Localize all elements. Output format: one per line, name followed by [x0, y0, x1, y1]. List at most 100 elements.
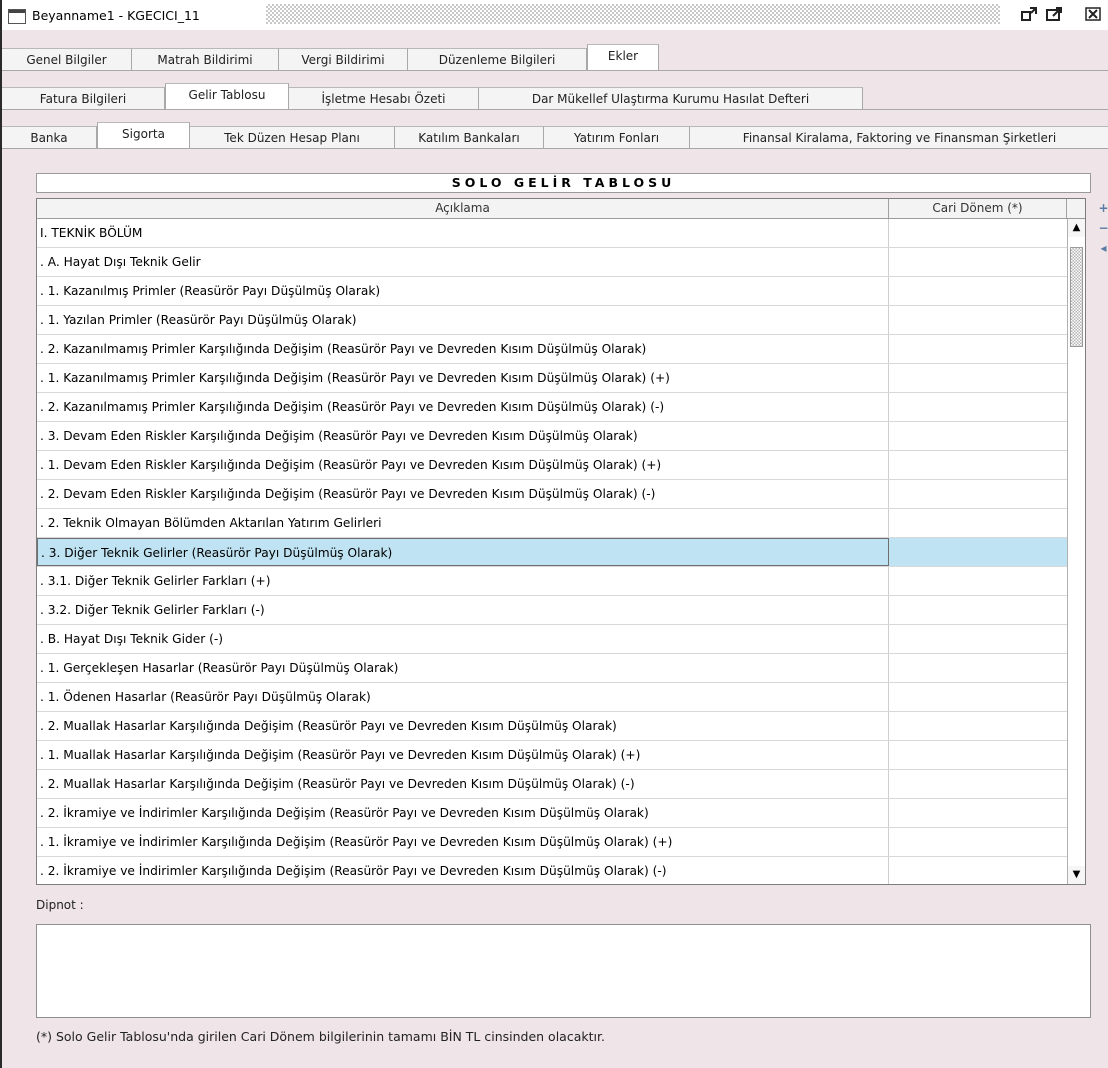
- row-description: . 2. Devam Eden Riskler Karşılığında Değ…: [37, 480, 889, 508]
- row-cari-donem-cell[interactable]: [889, 828, 1067, 856]
- tab-banka[interactable]: Banka: [2, 126, 97, 148]
- row-cari-donem-cell[interactable]: [889, 480, 1067, 508]
- row-description: . 1. Devam Eden Riskler Karşılığında Değ…: [37, 451, 889, 479]
- table-row[interactable]: . 1. Yazılan Primler (Reasürör Payı Düşü…: [37, 306, 1067, 335]
- app-window: Beyanname1 - KGECICI_11 Genel Bilgiler M…: [0, 0, 1108, 1068]
- row-cari-donem-cell[interactable]: [889, 538, 1067, 566]
- tab-sigorta[interactable]: Sigorta: [97, 122, 190, 149]
- tab-finansal-kiralama[interactable]: Finansal Kiralama, Faktoring ve Finansma…: [690, 126, 1108, 148]
- table-row[interactable]: . 1. Kazanılmamış Primler Karşılığında D…: [37, 364, 1067, 393]
- row-cari-donem-cell[interactable]: [889, 625, 1067, 653]
- row-description: . 2. Kazanılmamış Primler Karşılığında D…: [37, 335, 889, 363]
- sub-tab-divider: [2, 109, 1108, 110]
- tab-duzenleme-bilgileri[interactable]: Düzenleme Bilgileri: [408, 48, 587, 70]
- table-row[interactable]: . 2. Muallak Hasarlar Karşılığında Değiş…: [37, 712, 1067, 741]
- column-header-aciklama[interactable]: Açıklama: [37, 199, 889, 218]
- row-cari-donem-cell[interactable]: [889, 219, 1067, 247]
- table-row[interactable]: . 1. Devam Eden Riskler Karşılığında Değ…: [37, 451, 1067, 480]
- row-cari-donem-cell[interactable]: [889, 335, 1067, 363]
- tab-genel-bilgiler[interactable]: Genel Bilgiler: [2, 48, 132, 70]
- row-description: . 2. Muallak Hasarlar Karşılığında Değiş…: [37, 712, 889, 740]
- dipnot-input[interactable]: [36, 924, 1091, 1018]
- row-description: . 1. Ödenen Hasarlar (Reasürör Payı Düşü…: [37, 683, 889, 711]
- close-icon[interactable]: [1082, 6, 1104, 24]
- row-cari-donem-cell[interactable]: [889, 248, 1067, 276]
- table-row[interactable]: . 1. Kazanılmış Primler (Reasürör Payı D…: [37, 277, 1067, 306]
- arrow-left-icon[interactable]: ◂: [1097, 240, 1108, 257]
- window-title: Beyanname1 - KGECICI_11: [32, 8, 200, 23]
- table-row[interactable]: . 1. Muallak Hasarlar Karşılığında Değiş…: [37, 741, 1067, 770]
- row-description: . 2. İkramiye ve İndirimler Karşılığında…: [37, 857, 889, 884]
- table-row[interactable]: . 2. Kazanılmamış Primler Karşılığında D…: [37, 393, 1067, 422]
- row-cari-donem-cell[interactable]: [889, 451, 1067, 479]
- arrow-down-icon[interactable]: ▼: [1068, 866, 1085, 884]
- row-description: . 3.2. Diğer Teknik Gelirler Farkları (-…: [37, 596, 889, 624]
- tab-ekler[interactable]: Ekler: [587, 44, 659, 71]
- vertical-scrollbar[interactable]: ▲ ▼: [1067, 219, 1085, 884]
- table-row[interactable]: . 1. Gerçekleşen Hasarlar (Reasürör Payı…: [37, 654, 1067, 683]
- table-row[interactable]: . 2. Teknik Olmayan Bölümden Aktarılan Y…: [37, 509, 1067, 538]
- plus-icon[interactable]: +: [1097, 200, 1108, 217]
- table-row[interactable]: . 2. İkramiye ve İndirimler Karşılığında…: [37, 857, 1067, 884]
- table-row[interactable]: . B. Hayat Dışı Teknik Gider (-): [37, 625, 1067, 654]
- row-description: . 1. Kazanılmış Primler (Reasürör Payı D…: [37, 277, 889, 305]
- tab-fatura-bilgileri[interactable]: Fatura Bilgileri: [2, 87, 165, 109]
- tab-dar-mukellef-hasilat[interactable]: Dar Mükellef Ulaştırma Kurumu Hasılat De…: [479, 87, 863, 109]
- tab-isletme-hesabi-ozeti[interactable]: İşletme Hesabı Özeti: [289, 87, 479, 109]
- row-description: . 1. İkramiye ve İndirimler Karşılığında…: [37, 828, 889, 856]
- row-description: I. TEKNİK BÖLÜM: [37, 219, 889, 247]
- minus-icon[interactable]: −: [1097, 220, 1108, 237]
- table-row[interactable]: . 3.2. Diğer Teknik Gelirler Farkları (-…: [37, 596, 1067, 625]
- row-description: . 1. Kazanılmamış Primler Karşılığında D…: [37, 364, 889, 392]
- arrow-up-icon[interactable]: ▲: [1068, 219, 1085, 237]
- row-cari-donem-cell[interactable]: [889, 741, 1067, 769]
- title-bar-drag-area[interactable]: [266, 4, 1000, 24]
- row-description: . B. Hayat Dışı Teknik Gider (-): [37, 625, 889, 653]
- row-cari-donem-cell[interactable]: [889, 509, 1067, 537]
- column-header-cari-donem[interactable]: Cari Dönem (*): [889, 199, 1067, 218]
- table-row[interactable]: I. TEKNİK BÖLÜM: [37, 219, 1067, 248]
- table-row[interactable]: . 2. Kazanılmamış Primler Karşılığında D…: [37, 335, 1067, 364]
- grid-rows: I. TEKNİK BÖLÜM. A. Hayat Dışı Teknik Ge…: [37, 219, 1067, 884]
- table-row[interactable]: . 3.1. Diğer Teknik Gelirler Farkları (+…: [37, 567, 1067, 596]
- maximize-icon[interactable]: [1044, 6, 1064, 24]
- table-row[interactable]: . 2. Devam Eden Riskler Karşılığında Değ…: [37, 480, 1067, 509]
- row-description: . 3.1. Diğer Teknik Gelirler Farkları (+…: [37, 567, 889, 595]
- tab-matrah-bildirimi[interactable]: Matrah Bildirimi: [132, 48, 279, 70]
- row-cari-donem-cell[interactable]: [889, 596, 1067, 624]
- row-tools: + − ◂: [1097, 200, 1108, 260]
- tab-katilim-bankalari[interactable]: Katılım Bankaları: [395, 126, 544, 148]
- income-statement-grid: Açıklama Cari Dönem (*) I. TEKNİK BÖLÜM.…: [36, 198, 1086, 885]
- table-row[interactable]: . 3. Diğer Teknik Gelirler (Reasürör Pay…: [37, 538, 1067, 567]
- row-cari-donem-cell[interactable]: [889, 306, 1067, 334]
- table-row[interactable]: . 1. İkramiye ve İndirimler Karşılığında…: [37, 828, 1067, 857]
- tab-vergi-bildirimi[interactable]: Vergi Bildirimi: [279, 48, 408, 70]
- row-cari-donem-cell[interactable]: [889, 857, 1067, 884]
- row-cari-donem-cell[interactable]: [889, 567, 1067, 595]
- tab-yatirim-fonlari[interactable]: Yatırım Fonları: [544, 126, 690, 148]
- row-cari-donem-cell[interactable]: [889, 393, 1067, 421]
- row-description: . 3. Devam Eden Riskler Karşılığında Değ…: [37, 422, 889, 450]
- table-row[interactable]: . 2. Muallak Hasarlar Karşılığında Değiş…: [37, 770, 1067, 799]
- inner-tab-divider: [2, 148, 1108, 149]
- row-description: . 2. Kazanılmamış Primler Karşılığında D…: [37, 393, 889, 421]
- row-cari-donem-cell[interactable]: [889, 770, 1067, 798]
- row-cari-donem-cell[interactable]: [889, 654, 1067, 682]
- table-row[interactable]: . 3. Devam Eden Riskler Karşılığında Değ…: [37, 422, 1067, 451]
- row-cari-donem-cell[interactable]: [889, 712, 1067, 740]
- row-description: . A. Hayat Dışı Teknik Gelir: [37, 248, 889, 276]
- table-row[interactable]: . A. Hayat Dışı Teknik Gelir: [37, 248, 1067, 277]
- table-row[interactable]: . 1. Ödenen Hasarlar (Reasürör Payı Düşü…: [37, 683, 1067, 712]
- tab-tek-duzen-hesap-plani[interactable]: Tek Düzen Hesap Planı: [190, 126, 395, 148]
- tab-gelir-tablosu[interactable]: Gelir Tablosu: [165, 83, 289, 110]
- restore-icon[interactable]: [1019, 6, 1039, 24]
- row-cari-donem-cell[interactable]: [889, 364, 1067, 392]
- row-cari-donem-cell[interactable]: [889, 277, 1067, 305]
- footnote-text: (*) Solo Gelir Tablosu'nda girilen Cari …: [36, 1029, 605, 1044]
- row-cari-donem-cell[interactable]: [889, 799, 1067, 827]
- row-cari-donem-cell[interactable]: [889, 683, 1067, 711]
- row-description: . 2. Muallak Hasarlar Karşılığında Değiş…: [37, 770, 889, 798]
- scrollbar-thumb[interactable]: [1070, 247, 1083, 347]
- row-cari-donem-cell[interactable]: [889, 422, 1067, 450]
- table-row[interactable]: . 2. İkramiye ve İndirimler Karşılığında…: [37, 799, 1067, 828]
